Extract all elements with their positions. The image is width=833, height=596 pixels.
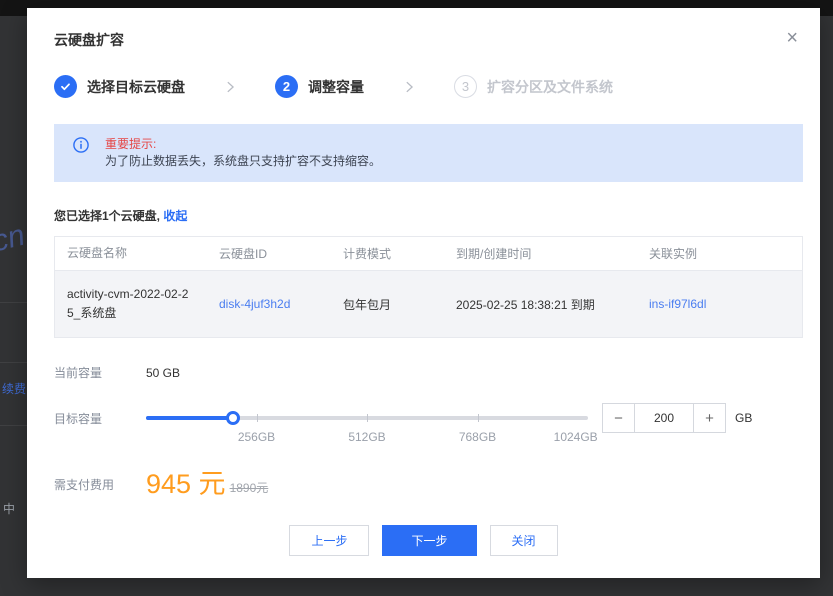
target-capacity-row: 目标容量 256GB 512GB 768GB 1024GB − + GB (54, 403, 820, 433)
slider-tick (257, 414, 258, 422)
important-notice-alert: 重要提示: 为了防止数据丢失，系统盘只支持扩容不支持缩容。 (54, 124, 803, 182)
chevron-right-icon (223, 80, 237, 94)
col-header-disk-name: 云硬盘名称 (55, 244, 207, 263)
capacity-slider[interactable]: 256GB 512GB 768GB 1024GB (146, 403, 588, 433)
background-partial-text: 中 (3, 500, 15, 517)
collapse-link[interactable]: 收起 (163, 209, 187, 223)
step-number-badge: 3 (454, 75, 477, 98)
chevron-right-icon (402, 80, 416, 94)
current-capacity-label: 当前容量 (54, 364, 146, 381)
target-capacity-label: 目标容量 (54, 410, 146, 427)
col-header-billing-mode: 计费模式 (331, 245, 444, 262)
slider-mark: 1024GB (554, 430, 598, 444)
col-header-expire-time: 到期/创建时间 (444, 245, 637, 262)
step-select-disk: 选择目标云硬盘 (54, 75, 185, 98)
disk-expand-dialog: 云硬盘扩容 × 选择目标云硬盘 2 调整容量 3 扩容分区及文件系统 (27, 8, 820, 578)
capacity-unit-label: GB (735, 411, 752, 425)
step-indicator: 选择目标云硬盘 2 调整容量 3 扩容分区及文件系统 (54, 75, 820, 98)
step-number-badge: 2 (275, 75, 298, 98)
step-expand-partition: 3 扩容分区及文件系统 (454, 75, 613, 98)
next-step-button[interactable]: 下一步 (382, 525, 476, 556)
disk-id-link[interactable]: disk-4juf3h2d (219, 297, 290, 311)
current-capacity-value: 50 GB (146, 366, 180, 380)
background-divider (0, 425, 27, 426)
target-capacity-input[interactable] (634, 404, 694, 432)
cell-disk-name: activity-cvm-2022-02-25_系统盘 (55, 285, 207, 323)
stepper-minus-button[interactable]: − (603, 404, 634, 432)
slider-fill (146, 416, 233, 420)
instance-id-link[interactable]: ins-if97l6dl (649, 297, 706, 311)
step-adjust-capacity: 2 调整容量 (275, 75, 364, 98)
fee-original-price: 1890元 (230, 479, 269, 499)
step-label: 调整容量 (308, 77, 364, 97)
close-icon[interactable]: × (786, 30, 798, 46)
check-icon (54, 75, 77, 98)
background-watermark: cn (0, 219, 28, 260)
table-row: activity-cvm-2022-02-25_系统盘 disk-4juf3h2… (55, 271, 802, 337)
step-label: 选择目标云硬盘 (87, 77, 185, 97)
fee-price: 945 元 (146, 469, 226, 499)
alert-body: 为了防止数据丢失，系统盘只支持扩容不支持缩容。 (105, 153, 381, 170)
slider-mark: 256GB (238, 430, 275, 444)
selection-text: 您已选择1个云硬盘, (54, 209, 160, 223)
fee-row: 需支付费用 945 元 1890元 (54, 469, 820, 499)
close-button[interactable]: 关闭 (490, 525, 558, 556)
dialog-title: 云硬盘扩容 (54, 30, 796, 50)
stepper-plus-button[interactable]: + (694, 404, 725, 432)
slider-mark: 768GB (459, 430, 496, 444)
selection-summary: 您已选择1个云硬盘, 收起 (54, 207, 820, 224)
col-header-disk-id: 云硬盘ID (207, 245, 331, 262)
slider-track[interactable] (146, 416, 588, 420)
cell-billing-mode: 包年包月 (331, 296, 444, 313)
cell-expire-time: 2025-02-25 18:38:21 到期 (444, 296, 637, 313)
background-divider (0, 362, 27, 363)
slider-marks: 256GB 512GB 768GB 1024GB (146, 430, 588, 444)
slider-tick (367, 414, 368, 422)
selected-disk-table: 云硬盘名称 云硬盘ID 计费模式 到期/创建时间 关联实例 activity-c… (54, 236, 803, 338)
dialog-header: 云硬盘扩容 × (27, 8, 820, 50)
prev-step-button[interactable]: 上一步 (289, 525, 369, 556)
background-renew-link: 续费 (2, 380, 26, 397)
fee-label: 需支付费用 (54, 476, 146, 493)
current-capacity-row: 当前容量 50 GB (54, 364, 820, 381)
slider-mark: 512GB (348, 430, 385, 444)
info-icon (73, 137, 89, 170)
slider-tick (478, 414, 479, 422)
slider-handle[interactable] (226, 411, 240, 425)
step-label: 扩容分区及文件系统 (487, 77, 613, 97)
table-header-row: 云硬盘名称 云硬盘ID 计费模式 到期/创建时间 关联实例 (55, 237, 802, 271)
dialog-footer: 上一步 下一步 关闭 (27, 525, 820, 556)
col-header-instance: 关联实例 (637, 245, 802, 262)
background-divider (0, 302, 27, 303)
capacity-stepper: − + (602, 403, 726, 433)
alert-title: 重要提示: (105, 136, 381, 153)
